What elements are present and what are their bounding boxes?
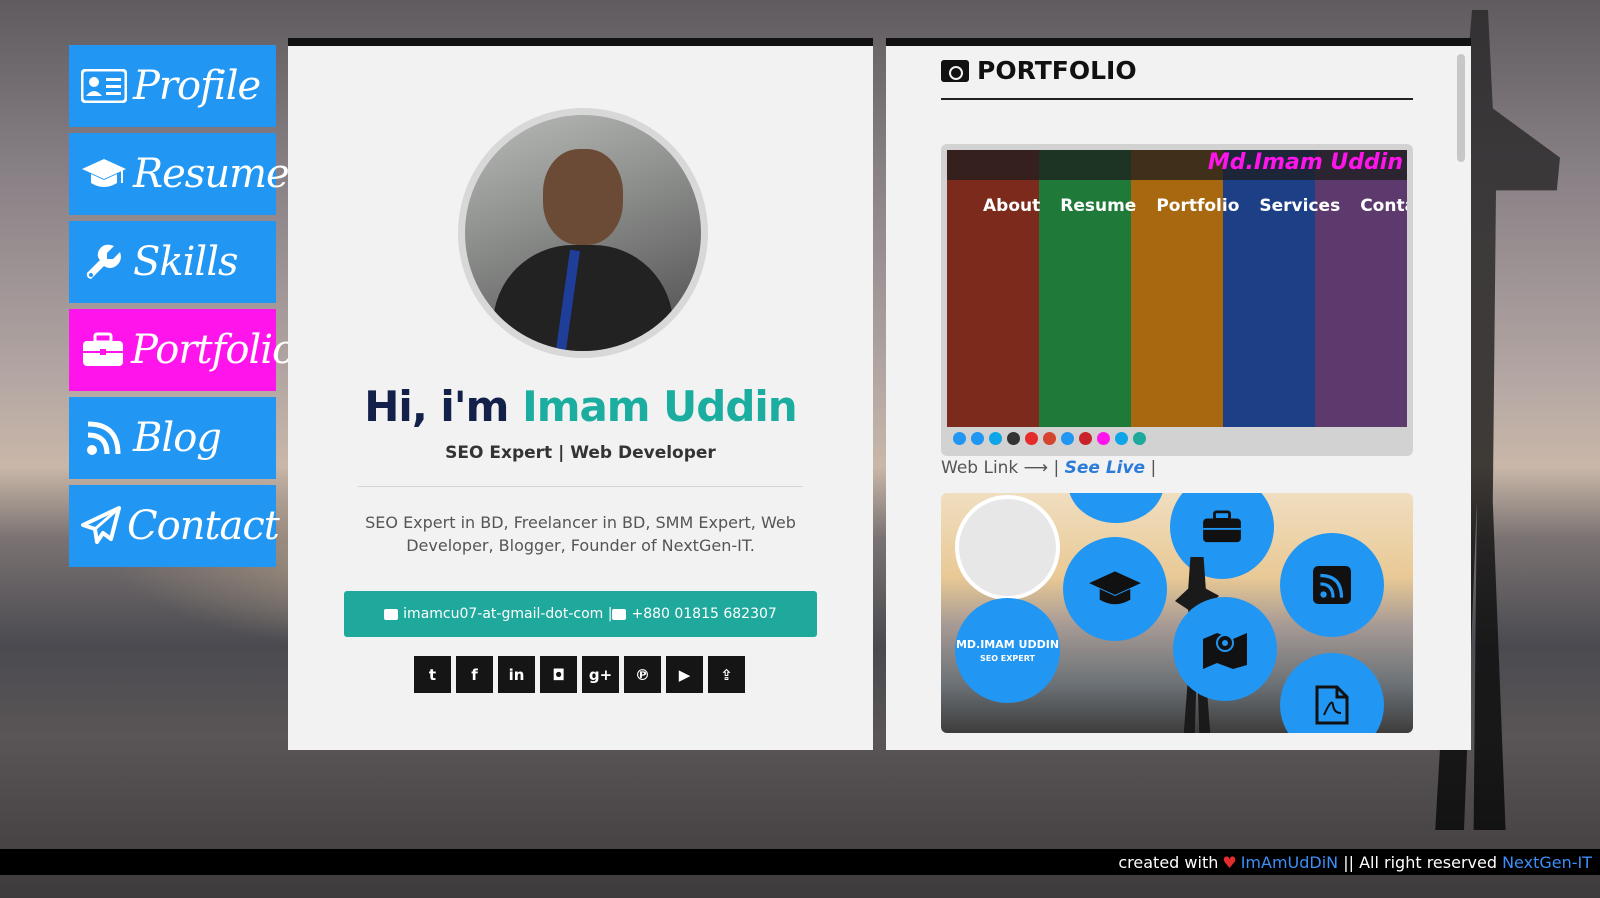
greeting-prefix: Hi, i'm: [364, 382, 509, 431]
nav-item-resume[interactable]: Resume: [69, 133, 290, 215]
pdf-icon: [1280, 653, 1384, 733]
wrench-icon: [81, 239, 127, 285]
nav-label: Blog: [133, 415, 222, 461]
footer: created with ♥ ImAmUdDiN || All right re…: [0, 849, 1600, 875]
portfolio-card: PORTFOLIO Md.Imam Uddin About Resume Por…: [886, 38, 1471, 750]
avatar: [458, 108, 708, 358]
web-link: Web Link ⟶ | See Live |: [941, 458, 1156, 478]
nav-item-profile[interactable]: Profile: [69, 45, 276, 127]
shot-menu-item: Contact: [1360, 196, 1407, 216]
heart-icon: ♥: [1222, 852, 1237, 872]
shot-menu-item: Portfolio: [1156, 196, 1240, 216]
twitter-icon[interactable]: t: [414, 656, 451, 693]
contact-bar[interactable]: imamcu07-at-gmail-dot-com | +880 01815 6…: [344, 591, 817, 637]
linkedin-icon[interactable]: in: [498, 656, 535, 693]
portfolio-title: PORTFOLIO: [941, 56, 1137, 85]
instagram-icon[interactable]: ◘: [540, 656, 577, 693]
profile-bio: SEO Expert in BD, Freelancer in BD, SMM …: [365, 513, 796, 555]
graduation-cap-icon: [81, 151, 127, 197]
shot-subtitle: SEO EXPERT: [979, 654, 1036, 663]
shot-menu: About Resume Portfolio Services Contact: [983, 196, 1407, 216]
camera-icon: [941, 59, 969, 82]
youtube-icon[interactable]: ▶: [666, 656, 703, 693]
nav-item-skills[interactable]: Skills: [69, 221, 276, 303]
nav-label: Portfolio: [131, 327, 296, 373]
portfolio-item-screenshot[interactable]: Md.Imam Uddin About Resume Portfolio Ser…: [941, 144, 1413, 456]
shot-name-badge: MD.IMAM UDDIN SEO EXPERT: [955, 598, 1060, 703]
pinterest-icon[interactable]: ℗: [624, 656, 661, 693]
briefcase-icon: [81, 327, 125, 373]
footer-company-link[interactable]: NextGen-IT: [1502, 853, 1592, 872]
envelope-icon: [384, 608, 399, 620]
id-card-icon: [81, 63, 127, 109]
portfolio-title-text: PORTFOLIO: [977, 56, 1137, 85]
avatar: [955, 495, 1060, 600]
sidebar-nav: Profile Resume Skills Portfolio Blog Con…: [69, 45, 296, 573]
divider: [358, 486, 803, 487]
rss-icon: [1280, 533, 1384, 637]
shot-brand: Md.Imam Uddin: [1207, 150, 1403, 175]
nav-label: Contact: [127, 503, 280, 549]
nav-item-portfolio[interactable]: Portfolio: [69, 309, 296, 391]
shot-menu-item: Services: [1259, 196, 1341, 216]
web-link-suffix: |: [1145, 458, 1157, 478]
facebook-icon[interactable]: f: [456, 656, 493, 693]
briefcase-icon: [1170, 493, 1274, 579]
profile-greeting: Hi, i'm Imam Uddin: [288, 382, 873, 431]
footer-author-link[interactable]: ImAmUdDiN: [1241, 853, 1338, 872]
profile-card: Hi, i'm Imam Uddin SEO Expert | Web Deve…: [288, 38, 873, 750]
contact-email: imamcu07-at-gmail-dot-com |: [403, 606, 613, 622]
web-link-prefix: Web Link ⟶ |: [941, 458, 1065, 478]
phone-icon: [612, 608, 627, 620]
rss-icon: [81, 415, 127, 461]
google-plus-icon[interactable]: g+: [582, 656, 619, 693]
nav-item-blog[interactable]: Blog: [69, 397, 276, 479]
profile-role: SEO Expert | Web Developer: [445, 443, 716, 463]
shot-menu-item: Resume: [1060, 196, 1137, 216]
nav-label: Skills: [133, 239, 239, 285]
see-live-link[interactable]: See Live: [1065, 458, 1146, 478]
map-icon: [1173, 597, 1277, 701]
footer-rights: || All right reserved: [1338, 852, 1503, 872]
paper-plane-icon: [81, 503, 121, 549]
share-icon[interactable]: ⇪: [708, 656, 745, 693]
nav-item-contact[interactable]: Contact: [69, 485, 280, 567]
divider: [941, 98, 1413, 100]
graduation-cap-icon: [1063, 537, 1167, 641]
nav-label: Resume: [133, 151, 290, 197]
shot-social-icons: [947, 427, 1407, 449]
scrollbar[interactable]: [1457, 54, 1465, 162]
shot-name: MD.IMAM UDDIN: [955, 638, 1060, 651]
social-links: t f in ◘ g+ ℗ ▶ ⇪: [414, 656, 750, 693]
circle-decor: [1068, 493, 1164, 523]
profile-name: Imam Uddin: [522, 382, 798, 431]
contact-phone: +880 01815 682307: [631, 606, 777, 622]
portfolio-item-screenshot-2[interactable]: MD.IMAM UDDIN SEO EXPERT: [941, 493, 1413, 733]
nav-label: Profile: [133, 63, 261, 109]
shot-menu-item: About: [983, 196, 1041, 216]
footer-created: created with: [1118, 852, 1219, 872]
